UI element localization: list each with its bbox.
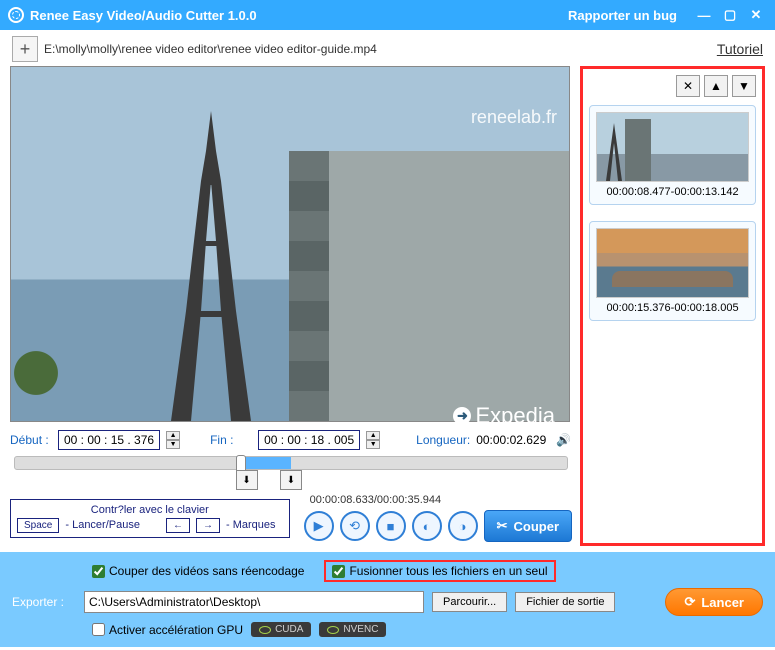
longueur-label: Longueur: (416, 433, 470, 447)
debut-input[interactable]: 00 : 00 : 15 . 376 (58, 430, 160, 450)
video-preview[interactable]: reneelab.fr ➜Expedia (10, 66, 570, 422)
tutoriel-link[interactable]: Tutoriel (717, 41, 763, 57)
marker-end[interactable]: ⬇ (280, 470, 302, 490)
minimize-button[interactable]: — (693, 6, 715, 24)
debut-label: Début : (10, 433, 52, 447)
clip-item[interactable]: 00:00:08.477-00:00:13.142 (589, 105, 756, 205)
titlebar: Renee Easy Video/Audio Cutter 1.0.0 Rapp… (0, 0, 775, 30)
debut-spinner[interactable]: ▲▼ (166, 431, 180, 449)
clip-item[interactable]: 00:00:15.376-00:00:18.005 (589, 221, 756, 321)
fin-label: Fin : (210, 433, 252, 447)
clip-time-range: 00:00:08.477-00:00:13.142 (596, 186, 749, 198)
longueur-value: 00:00:02.629 (476, 433, 546, 447)
merge-files-checkbox[interactable]: Fusionner tous les fichiers en un seul (324, 560, 555, 582)
fichier-sortie-button[interactable]: Fichier de sortie (515, 592, 615, 612)
close-button[interactable]: ✕ (745, 6, 767, 24)
marker-start[interactable]: ⬇ (236, 470, 258, 490)
clip-move-down-button[interactable]: ▼ (732, 75, 756, 97)
app-title: Renee Easy Video/Audio Cutter 1.0.0 (30, 8, 568, 23)
fin-spinner[interactable]: ▲▼ (366, 431, 380, 449)
exporter-label: Exporter : (12, 595, 76, 609)
bottom-panel: Couper des vidéos sans réencodage Fusion… (0, 552, 775, 647)
clip-thumbnail (596, 228, 749, 298)
report-bug-link[interactable]: Rapporter un bug (568, 8, 677, 23)
app-logo-icon (8, 7, 24, 23)
mark-in-button[interactable]: ◐ (412, 511, 442, 541)
maximize-button[interactable]: ▢ (719, 6, 741, 24)
couper-button[interactable]: ✂Couper (484, 510, 572, 542)
play-button[interactable]: ▶ (304, 511, 334, 541)
parcourir-button[interactable]: Parcourir... (432, 592, 507, 612)
clip-delete-button[interactable]: ✕ (676, 75, 700, 97)
lancer-button[interactable]: ⟳Lancer (665, 588, 763, 616)
scissors-icon: ✂ (497, 518, 508, 534)
volume-icon[interactable]: 🔊 (556, 433, 571, 447)
add-file-button[interactable]: + (12, 36, 38, 62)
clip-thumbnail (596, 112, 749, 182)
clips-panel: ✕ ▲ ▼ 00:00:08.477-00:00:13.142 00:00:15… (580, 66, 765, 546)
playback-position: 00:00:08.633/00:00:35.944 (310, 494, 572, 506)
refresh-icon: ⟳ (684, 594, 695, 610)
gpu-accel-checkbox[interactable]: Activer accélération GPU (92, 623, 243, 637)
watermark-reneelab: reneelab.fr (471, 107, 557, 128)
watermark-expedia: ➜Expedia (453, 403, 555, 429)
cuda-badge: CUDA (251, 622, 311, 637)
clip-move-up-button[interactable]: ▲ (704, 75, 728, 97)
key-left: ← (166, 518, 190, 533)
timeline-slider[interactable] (14, 456, 568, 470)
key-space: Space (17, 518, 59, 533)
mark-out-button[interactable]: ◑ (448, 511, 478, 541)
prev-frame-button[interactable]: ⟲ (340, 511, 370, 541)
stop-button[interactable]: ■ (376, 511, 406, 541)
eiffel-tower-graphic (166, 111, 256, 421)
fin-input[interactable]: 00 : 00 : 18 . 005 (258, 430, 360, 450)
building-graphic (289, 151, 569, 421)
pathbar: + E:\molly\molly\renee video editor\rene… (0, 30, 775, 66)
no-reencode-checkbox[interactable]: Couper des vidéos sans réencodage (92, 564, 304, 578)
time-row: Début : 00 : 00 : 15 . 376 ▲▼ Fin : 00 :… (10, 430, 572, 450)
keyboard-help: Contr?ler avec le clavier Space - Lancer… (10, 499, 290, 538)
key-right: → (196, 518, 220, 533)
export-path-input[interactable] (84, 591, 424, 613)
nvenc-badge: NVENC (319, 622, 386, 637)
clip-time-range: 00:00:15.376-00:00:18.005 (596, 302, 749, 314)
file-path: E:\molly\molly\renee video editor\renee … (44, 42, 711, 56)
